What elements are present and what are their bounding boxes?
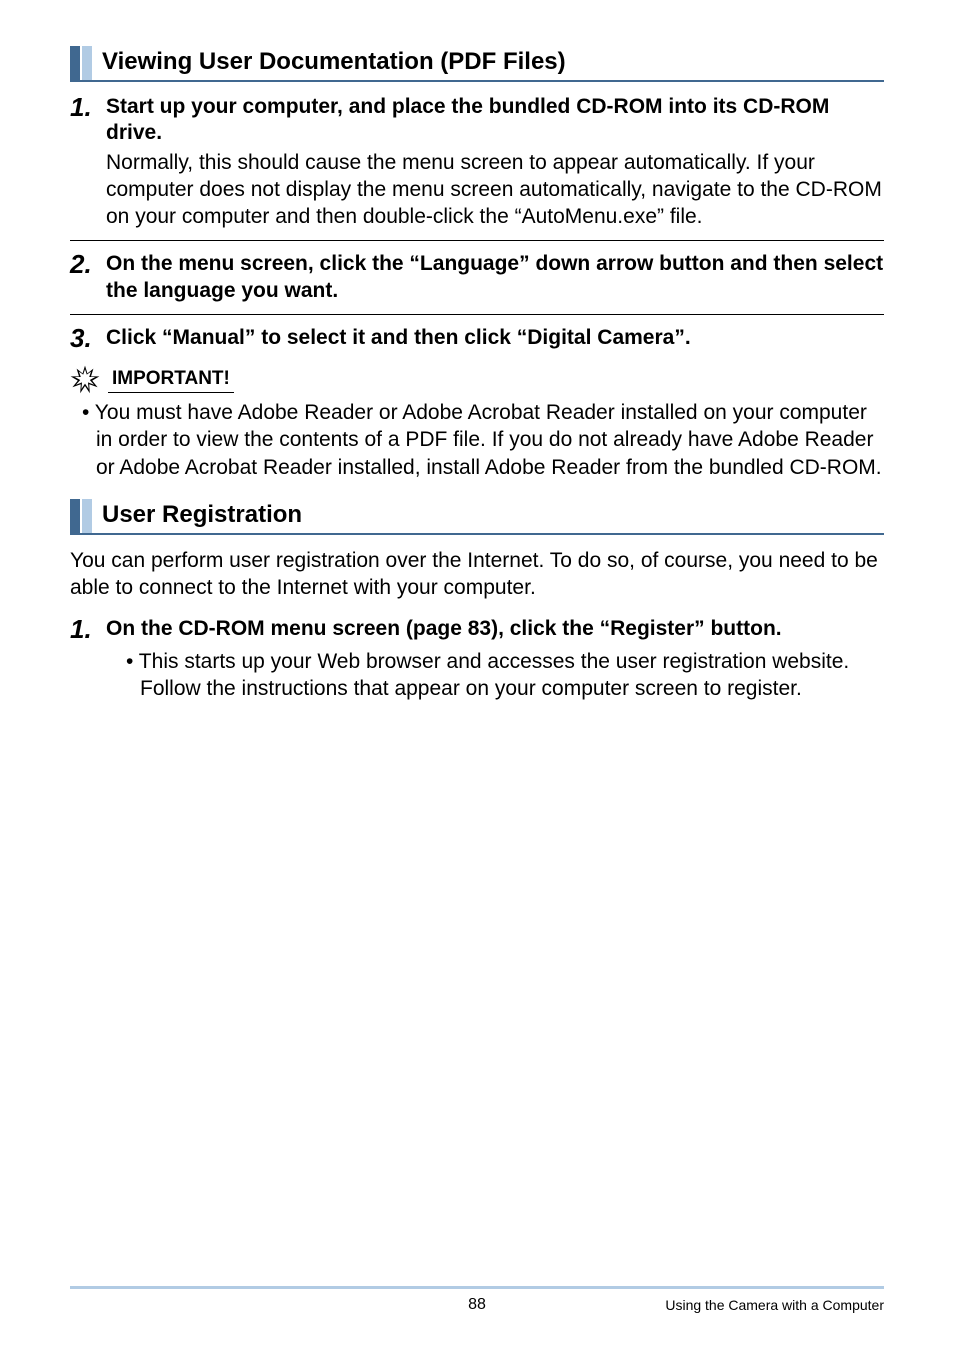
step-description: Normally, this should cause the menu scr… <box>106 149 884 231</box>
registration-step-1: 1. On the CD-ROM menu screen (page 83), … <box>70 616 884 642</box>
important-label: IMPORTANT! <box>108 368 234 393</box>
footer: 88 Using the Camera with a Computer <box>70 1286 884 1313</box>
step-body: Click “Manual” to select it and then cli… <box>106 325 884 351</box>
step-body: On the menu screen, click the “Language”… <box>106 251 884 304</box>
step-heading: Click “Manual” to select it and then cli… <box>106 325 884 351</box>
step-number: 3. <box>70 325 106 351</box>
step-number: 2. <box>70 251 106 304</box>
registration-bullet: • This starts up your Web browser and ac… <box>70 648 884 703</box>
divider <box>70 240 884 241</box>
burst-icon <box>70 365 100 395</box>
step-number: 1. <box>70 616 106 642</box>
section-bar-outer <box>70 46 80 80</box>
page-number: 88 <box>468 1296 486 1314</box>
section-bar-inner <box>82 46 92 80</box>
section-header-viewing: Viewing User Documentation (PDF Files) <box>70 46 884 82</box>
section-title-registration: User Registration <box>102 499 884 533</box>
step-heading: On the CD-ROM menu screen (page 83), cli… <box>106 616 884 642</box>
section-bar-outer <box>70 499 80 533</box>
important-text: • You must have Adobe Reader or Adobe Ac… <box>70 399 884 481</box>
divider <box>70 314 884 315</box>
important-row: IMPORTANT! <box>70 365 884 395</box>
step-1: 1. Start up your computer, and place the… <box>70 94 884 230</box>
step-body: Start up your computer, and place the bu… <box>106 94 884 230</box>
step-3: 3. Click “Manual” to select it and then … <box>70 325 884 351</box>
step-body: On the CD-ROM menu screen (page 83), cli… <box>106 616 884 642</box>
page: Viewing User Documentation (PDF Files) 1… <box>0 0 954 1357</box>
step-heading: On the menu screen, click the “Language”… <box>106 251 884 304</box>
registration-intro: You can perform user registration over t… <box>70 547 884 602</box>
footer-title: Using the Camera with a Computer <box>665 1297 884 1313</box>
step-heading: Start up your computer, and place the bu… <box>106 94 884 147</box>
step-number: 1. <box>70 94 106 230</box>
section-title-viewing: Viewing User Documentation (PDF Files) <box>102 46 884 80</box>
section-header-registration: User Registration <box>70 499 884 535</box>
step-2: 2. On the menu screen, click the “Langua… <box>70 251 884 304</box>
section-bar-inner <box>82 499 92 533</box>
